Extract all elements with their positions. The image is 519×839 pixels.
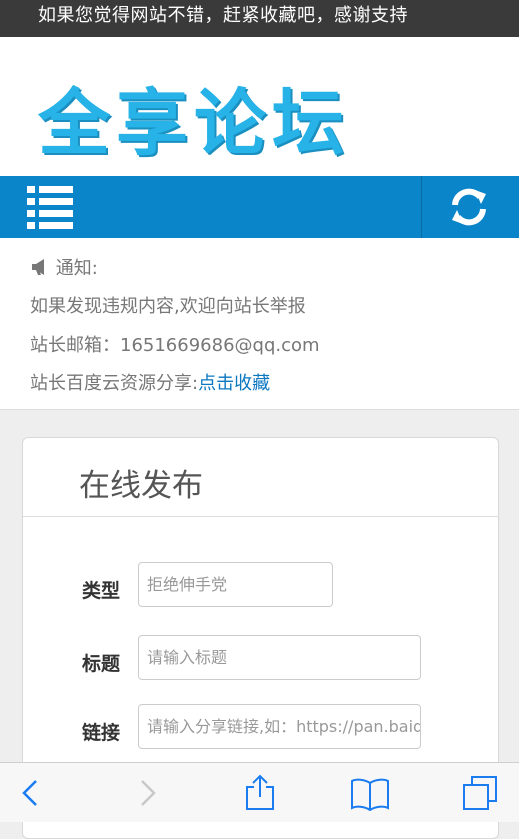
link-label: 链接: [82, 722, 121, 744]
share-icon[interactable]: [244, 773, 276, 811]
forward-icon[interactable]: [136, 777, 158, 809]
browser-toolbar: [0, 762, 519, 822]
title-label: 标题: [82, 653, 121, 675]
banner-text: 如果您觉得网站不错，赶紧收藏吧，感谢支持: [38, 5, 408, 26]
refresh-icon[interactable]: [448, 186, 490, 228]
notice-line-3: 站长百度云资源分享:点击收藏: [30, 369, 270, 395]
notice-title: 通知:: [55, 258, 98, 279]
bookmarks-icon[interactable]: [350, 777, 390, 811]
notice-panel: 通知: 如果发现违规内容,欢迎向站长举报 站长邮箱：1651669686@qq.…: [0, 238, 519, 410]
site-logo[interactable]: 全享论坛: [38, 87, 350, 159]
tabs-icon[interactable]: [462, 775, 498, 811]
megaphone-icon: [32, 259, 44, 275]
title-input[interactable]: 请输入标题: [138, 635, 421, 680]
type-select[interactable]: 拒绝伸手党: [138, 562, 333, 607]
bookmark-link[interactable]: 点击收藏: [198, 373, 270, 394]
notice-title-row: 通知:: [30, 254, 98, 280]
header-logo-area: 全享论坛: [0, 37, 519, 176]
top-banner: 如果您觉得网站不错，赶紧收藏吧，感谢支持: [0, 0, 519, 37]
notice-line-1: 如果发现违规内容,欢迎向站长举报: [30, 296, 306, 317]
menu-icon[interactable]: [27, 186, 75, 229]
type-label: 类型: [82, 580, 121, 602]
nav-divider: [421, 176, 422, 238]
notice-line-3-prefix: 站长百度云资源分享:: [30, 373, 199, 394]
back-icon[interactable]: [20, 777, 42, 809]
link-input[interactable]: 请输入分享链接,如：https://pan.baidu.com: [138, 704, 421, 749]
notice-line-2: 站长邮箱：1651669686@qq.com: [30, 335, 320, 356]
form-title: 在线发布: [79, 468, 203, 504]
nav-bar: [0, 176, 519, 238]
form-title-divider: [23, 516, 498, 517]
